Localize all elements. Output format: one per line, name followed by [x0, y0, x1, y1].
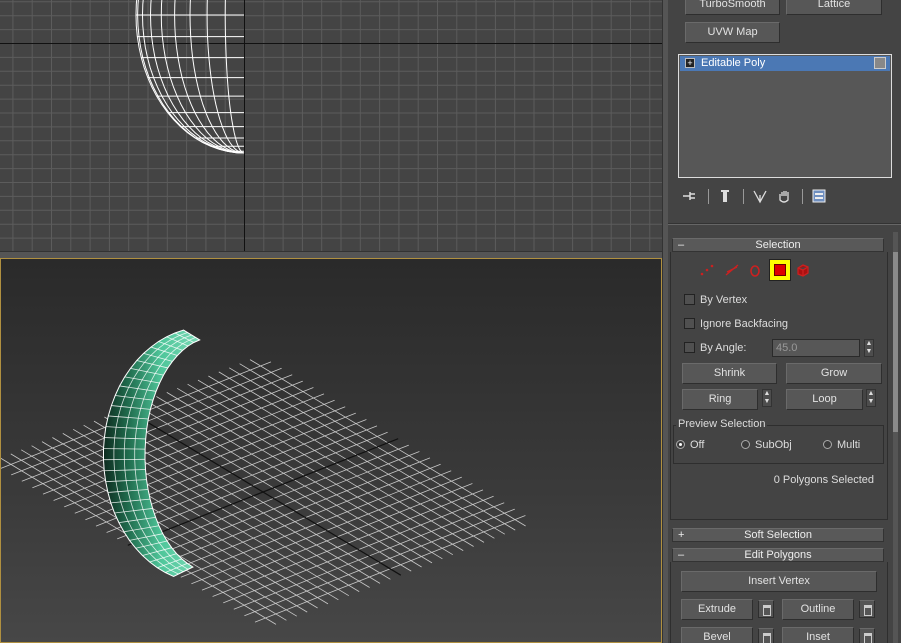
show-end-result-icon[interactable] — [717, 188, 733, 204]
ring-spinner-arrows[interactable]: ▲ ▼ — [762, 389, 772, 407]
top-viewport[interactable] — [0, 0, 662, 251]
element-mode-icon[interactable] — [795, 262, 811, 278]
bevel-settings-icon[interactable] — [758, 628, 774, 643]
rollout-title: Selection — [755, 239, 801, 251]
preview-off-label: Off — [690, 439, 705, 451]
uvw-map-button[interactable]: UVW Map — [685, 22, 780, 43]
expand-sign: + — [678, 529, 685, 541]
extrude-button[interactable]: Extrude — [681, 599, 753, 620]
border-mode-icon[interactable] — [747, 262, 763, 278]
preview-subobj-label: SubObj — [755, 439, 792, 451]
loop-spinner-arrows[interactable]: ▲ ▼ — [866, 389, 876, 407]
preview-subobj-radio-row[interactable]: SubObj — [741, 439, 792, 451]
by-angle-spinner-arrows[interactable]: ▲ ▼ — [864, 339, 874, 357]
by-vertex-checkbox-row[interactable]: By Vertex — [684, 293, 747, 307]
shrink-button[interactable]: Shrink — [682, 363, 777, 384]
perspective-viewport-scene — [1, 329, 526, 625]
toolbar-separator — [743, 189, 744, 204]
loop-button[interactable]: Loop — [786, 389, 863, 410]
stack-item-editable-poly[interactable]: + Editable Poly — [680, 56, 890, 71]
ignore-backfacing-label: Ignore Backfacing — [700, 318, 789, 330]
viewport-splitter-horizontal[interactable] — [0, 251, 664, 258]
lattice-button[interactable]: Lattice — [786, 0, 882, 15]
preview-off-radio-row[interactable]: Off — [676, 439, 704, 451]
scrollbar-thumb[interactable] — [893, 252, 898, 432]
panel-separator — [668, 223, 901, 225]
pin-stack-icon[interactable] — [681, 188, 697, 204]
extrude-settings-icon[interactable] — [758, 600, 774, 618]
preview-selection-title: Preview Selection — [676, 418, 768, 430]
make-unique-icon[interactable] — [752, 188, 768, 204]
edit-polygons-rollout-header[interactable]: – Edit Polygons — [672, 548, 884, 562]
selection-rollout-header[interactable]: – Selection — [672, 238, 884, 252]
expand-plus-icon[interactable]: + — [685, 58, 695, 68]
rollout-title: Edit Polygons — [744, 549, 812, 561]
ring-button[interactable]: Ring — [682, 389, 758, 410]
command-panel-scrollbar[interactable] — [893, 232, 898, 643]
preview-subobj-radio[interactable] — [741, 440, 750, 449]
polygon-mode-button[interactable] — [769, 259, 791, 281]
top-viewport-grid — [0, 0, 662, 251]
collapse-sign: – — [678, 239, 685, 251]
preview-multi-radio[interactable] — [823, 440, 832, 449]
ignore-backfacing-checkbox-row[interactable]: Ignore Backfacing — [684, 317, 788, 331]
by-angle-checkbox-row[interactable]: By Angle: — [684, 341, 746, 355]
soft-selection-rollout-header[interactable]: + Soft Selection — [672, 528, 884, 542]
by-vertex-checkbox[interactable] — [684, 294, 695, 305]
inset-settings-icon[interactable] — [859, 628, 875, 643]
perspective-viewport[interactable] — [0, 258, 662, 643]
top-view-mesh-wireframe — [135, 0, 245, 154]
stack-item-label: Editable Poly — [701, 57, 766, 69]
ignore-backfacing-checkbox[interactable] — [684, 318, 695, 329]
grow-button[interactable]: Grow — [786, 363, 882, 384]
edge-mode-icon[interactable] — [724, 262, 740, 278]
toolbar-separator — [708, 189, 709, 204]
by-angle-checkbox[interactable] — [684, 342, 695, 353]
polygon-mode-icon — [774, 264, 786, 276]
turbosmooth-button[interactable]: TurboSmooth — [685, 0, 780, 15]
by-angle-label: By Angle: — [700, 342, 747, 354]
insert-vertex-button[interactable]: Insert Vertex — [681, 571, 877, 592]
selection-status-text: 0 Polygons Selected — [773, 474, 874, 486]
by-vertex-label: By Vertex — [700, 294, 748, 306]
configure-modifier-sets-icon[interactable] — [811, 188, 827, 204]
app-window: TurboSmooth Lattice UVW Map + Editable P… — [0, 0, 901, 643]
outline-button[interactable]: Outline — [782, 599, 854, 620]
bevel-button[interactable]: Bevel — [681, 627, 753, 643]
preview-off-radio[interactable] — [676, 440, 685, 449]
by-angle-value-field[interactable]: 45.0 — [772, 339, 860, 357]
perspective-mesh-model — [103, 329, 201, 578]
command-panel: TurboSmooth Lattice UVW Map + Editable P… — [668, 0, 901, 643]
preview-multi-label: Multi — [837, 439, 861, 451]
toolbar-separator — [802, 189, 803, 204]
remove-modifier-icon[interactable] — [776, 188, 792, 204]
stack-item-toggle-icon[interactable] — [874, 57, 886, 69]
modifier-stack-list[interactable]: + Editable Poly — [678, 54, 892, 178]
inset-button[interactable]: Inset — [782, 627, 854, 643]
outline-settings-icon[interactable] — [859, 600, 875, 618]
preview-multi-radio-row[interactable]: Multi — [823, 439, 860, 451]
rollout-title: Soft Selection — [744, 529, 812, 541]
vertex-mode-icon[interactable] — [699, 262, 715, 278]
collapse-sign: – — [678, 549, 685, 561]
